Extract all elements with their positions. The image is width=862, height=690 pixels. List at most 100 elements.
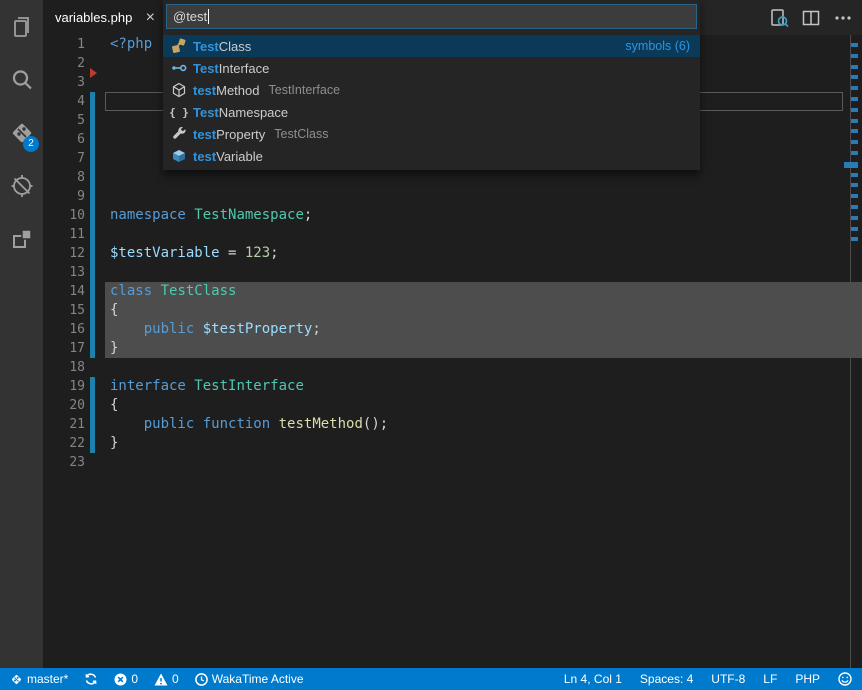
quickopen-item-testproperty[interactable]: testProperty TestClass — [163, 123, 700, 145]
line-content[interactable]: { — [105, 301, 862, 320]
quickopen-item-testinterface[interactable]: TestInterface — [163, 57, 700, 79]
split-editor-button[interactable] — [798, 5, 824, 31]
code-token: $testVariable — [110, 245, 220, 261]
line-number[interactable]: 5 — [43, 111, 105, 130]
more-actions-icon — [832, 7, 854, 29]
code-line[interactable]: 22} — [43, 434, 862, 453]
line-number[interactable]: 10 — [43, 206, 105, 225]
line-number[interactable]: 16 — [43, 320, 105, 339]
line-content[interactable]: public $testProperty; — [105, 320, 862, 339]
extensions-button[interactable] — [0, 212, 43, 265]
code-line[interactable]: 12$testVariable = 123; — [43, 244, 862, 263]
line-number[interactable]: 6 — [43, 130, 105, 149]
cursor-position-status[interactable]: Ln 4, Col 1 — [564, 672, 622, 686]
no-bug-icon — [9, 173, 35, 199]
sync-button[interactable] — [84, 672, 98, 686]
quickopen-widget: @test TestClass symbols (6) TestInterfac… — [163, 0, 700, 170]
code-line[interactable]: 9 — [43, 187, 862, 206]
code-line[interactable]: 21 public function testMethod(); — [43, 415, 862, 434]
ruler-mark — [844, 162, 858, 168]
code-line[interactable]: 19interface TestInterface — [43, 377, 862, 396]
code-line[interactable]: 23 — [43, 453, 862, 472]
line-number[interactable]: 12 — [43, 244, 105, 263]
code-token — [152, 283, 160, 299]
code-token: testMethod — [279, 416, 363, 432]
close-icon[interactable]: × — [146, 10, 155, 26]
explorer-button[interactable] — [0, 0, 43, 53]
line-number[interactable]: 4 — [43, 92, 105, 111]
line-content[interactable]: class TestClass — [105, 282, 862, 301]
code-token: namespace — [110, 207, 186, 223]
quickopen-item-testclass[interactable]: TestClass symbols (6) — [163, 35, 700, 57]
open-preview-button[interactable] — [766, 5, 792, 31]
tab-variables-php[interactable]: variables.php × — [43, 0, 163, 35]
code-token — [110, 416, 144, 432]
eol-status[interactable]: LF — [763, 672, 777, 686]
code-line[interactable]: 11 — [43, 225, 862, 244]
line-content[interactable]: } — [105, 339, 862, 358]
code-line[interactable]: 18 — [43, 358, 862, 377]
line-number[interactable]: 20 — [43, 396, 105, 415]
line-number[interactable]: 17 — [43, 339, 105, 358]
quickopen-item-testmethod[interactable]: testMethod TestInterface — [163, 79, 700, 101]
line-number[interactable]: 19 — [43, 377, 105, 396]
line-content[interactable]: { — [105, 396, 862, 415]
code-line[interactable]: 14class TestClass — [43, 282, 862, 301]
line-number[interactable]: 9 — [43, 187, 105, 206]
scm-badge: 2 — [23, 136, 39, 152]
symbol-label: testMethod — [193, 83, 260, 98]
code-line[interactable]: 10namespace TestNamespace; — [43, 206, 862, 225]
quickopen-item-testvariable[interactable]: testVariable — [163, 145, 700, 167]
code-token — [194, 416, 202, 432]
code-line[interactable]: 13 — [43, 263, 862, 282]
search-button[interactable] — [0, 53, 43, 106]
line-content[interactable] — [105, 168, 862, 187]
line-number[interactable]: 7 — [43, 149, 105, 168]
ruler-mark — [851, 183, 858, 187]
line-number[interactable]: 18 — [43, 358, 105, 377]
clock-icon — [195, 673, 208, 686]
more-actions-button[interactable] — [830, 5, 856, 31]
code-token: } — [110, 435, 118, 451]
line-content[interactable] — [105, 263, 862, 282]
line-content[interactable]: interface TestInterface — [105, 377, 862, 396]
code-line[interactable]: 20{ — [43, 396, 862, 415]
git-branch-status[interactable]: master* — [10, 672, 68, 686]
line-number[interactable]: 8 — [43, 168, 105, 187]
code-line[interactable]: 15{ — [43, 301, 862, 320]
errors-status[interactable]: 0 — [114, 672, 138, 686]
line-content[interactable] — [105, 358, 862, 377]
encoding-status[interactable]: UTF-8 — [711, 672, 745, 686]
line-number[interactable]: 1 — [43, 35, 105, 54]
ruler-mark — [851, 140, 858, 144]
line-content[interactable]: } — [105, 434, 862, 453]
line-content[interactable]: namespace TestNamespace; — [105, 206, 862, 225]
wakatime-status[interactable]: WakaTime Active — [195, 672, 304, 686]
language-mode-status[interactable]: PHP — [795, 672, 820, 686]
quickopen-input[interactable]: @test — [166, 4, 697, 29]
code-line[interactable]: 16 public $testProperty; — [43, 320, 862, 339]
line-number[interactable]: 14 — [43, 282, 105, 301]
line-number[interactable]: 21 — [43, 415, 105, 434]
debug-button[interactable] — [0, 159, 43, 212]
warnings-status[interactable]: 0 — [154, 672, 179, 686]
line-content[interactable]: $testVariable = 123; — [105, 244, 862, 263]
code-token: TestInterface — [194, 378, 304, 394]
code-line[interactable]: 8 — [43, 168, 862, 187]
line-content[interactable] — [105, 453, 862, 472]
code-line[interactable]: 17} — [43, 339, 862, 358]
line-number[interactable]: 22 — [43, 434, 105, 453]
feedback-button[interactable] — [838, 672, 852, 686]
line-content[interactable]: public function testMethod(); — [105, 415, 862, 434]
line-number[interactable]: 15 — [43, 301, 105, 320]
line-number[interactable]: 13 — [43, 263, 105, 282]
line-content[interactable] — [105, 187, 862, 206]
source-control-button[interactable]: 2 — [0, 106, 43, 159]
ruler-mark — [851, 205, 858, 209]
code-token: <?php — [110, 36, 152, 52]
quickopen-item-testnamespace[interactable]: { } TestNamespace — [163, 101, 700, 123]
line-number[interactable]: 23 — [43, 453, 105, 472]
indentation-status[interactable]: Spaces: 4 — [640, 672, 693, 686]
line-number[interactable]: 11 — [43, 225, 105, 244]
line-content[interactable] — [105, 225, 862, 244]
